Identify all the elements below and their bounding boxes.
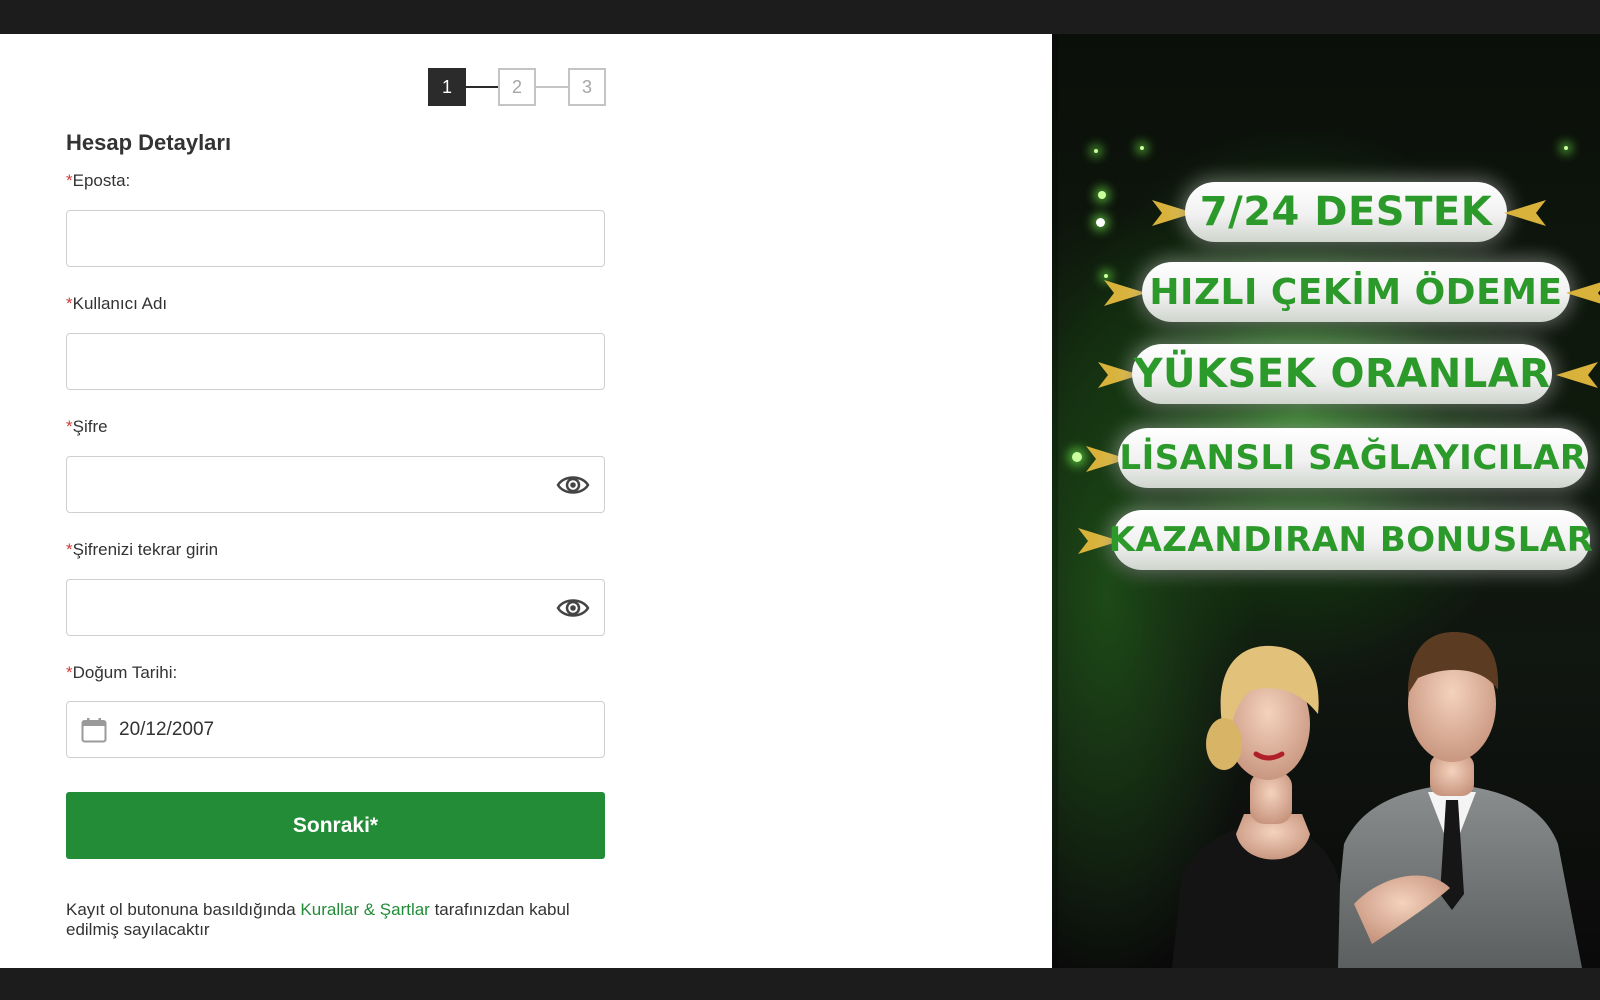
page-frame: 1 2 3 Hesap Detayları *Eposta: *Kullanıc…	[0, 34, 1600, 968]
promo-ribbon-bonuses: KAZANDIRAN BONUSLAR	[1109, 510, 1593, 570]
promo-ribbon-odds: YÜKSEK ORANLAR	[1132, 344, 1552, 404]
step-connector	[536, 86, 568, 88]
username-field-wrapper	[66, 333, 605, 390]
password-repeat-label-text: Şifrenizi tekrar girin	[72, 540, 219, 559]
promo-ribbon-providers: LİSANSLI SAĞLAYICILAR	[1118, 428, 1588, 488]
username-label-text: Kullanıcı Adı	[72, 294, 168, 313]
birthdate-field[interactable]: 20/12/2007	[66, 701, 605, 758]
arrow-icon	[1504, 200, 1546, 226]
required-marker: *	[66, 417, 73, 436]
password-field[interactable]	[67, 457, 604, 512]
sparkle	[1094, 149, 1098, 153]
email-label: *Eposta:	[66, 171, 130, 191]
step-indicator: 1 2 3	[428, 68, 606, 106]
required-marker: *	[66, 171, 73, 190]
promo-banner: 7/24 DESTEK HIZLI ÇEKİM ÖDEME YÜKSEK ORA…	[1052, 34, 1600, 968]
promo-ribbon-support: 7/24 DESTEK	[1185, 182, 1507, 242]
password-label-text: Şifre	[72, 417, 108, 436]
sparkle	[1140, 146, 1144, 150]
email-field[interactable]	[67, 211, 604, 266]
sparkle	[1098, 191, 1106, 199]
required-marker: *	[66, 540, 73, 559]
step-connector	[466, 86, 498, 88]
calendar-icon	[81, 717, 107, 742]
step-3: 3	[568, 68, 606, 106]
terms-prefix: Kayıt ol butonuna basıldığında	[66, 900, 301, 919]
password-repeat-label: *Şifrenizi tekrar girin	[66, 540, 218, 560]
sparkle	[1564, 146, 1568, 150]
terms-link[interactable]: Kurallar & Şartlar	[300, 900, 429, 919]
registration-form-panel: 1 2 3 Hesap Detayları *Eposta: *Kullanıc…	[0, 34, 1052, 968]
arrow-icon	[1556, 362, 1598, 388]
arrow-icon	[1566, 282, 1600, 304]
step-2: 2	[498, 68, 536, 106]
sparkle	[1104, 274, 1108, 278]
terms-notice: Kayıt ol butonuna basıldığında Kurallar …	[66, 900, 606, 940]
password-repeat-field-wrapper	[66, 579, 605, 636]
required-marker: *	[66, 663, 73, 682]
promo-ribbon-withdrawal: HIZLI ÇEKİM ÖDEME	[1142, 262, 1570, 322]
username-field[interactable]	[67, 334, 604, 389]
password-repeat-field[interactable]	[67, 580, 604, 635]
password-label: *Şifre	[66, 417, 108, 437]
people-illustration	[1172, 632, 1582, 968]
step-1: 1	[428, 68, 466, 106]
arrow-icon	[1104, 280, 1146, 306]
section-title: Hesap Detayları	[66, 130, 232, 155]
birthdate-label: *Doğum Tarihi:	[66, 663, 177, 683]
birthdate-value: 20/12/2007	[119, 718, 215, 740]
next-button[interactable]: Sonraki*	[66, 792, 605, 859]
email-field-wrapper	[66, 210, 605, 267]
password-field-wrapper	[66, 456, 605, 513]
eye-icon[interactable]	[556, 471, 590, 499]
birthdate-label-text: Doğum Tarihi:	[72, 663, 178, 682]
username-label: *Kullanıcı Adı	[66, 294, 167, 314]
eye-icon[interactable]	[556, 594, 590, 622]
email-label-text: Eposta:	[72, 171, 131, 190]
sparkle	[1072, 452, 1082, 462]
sparkle	[1096, 218, 1105, 227]
required-marker: *	[66, 294, 73, 313]
